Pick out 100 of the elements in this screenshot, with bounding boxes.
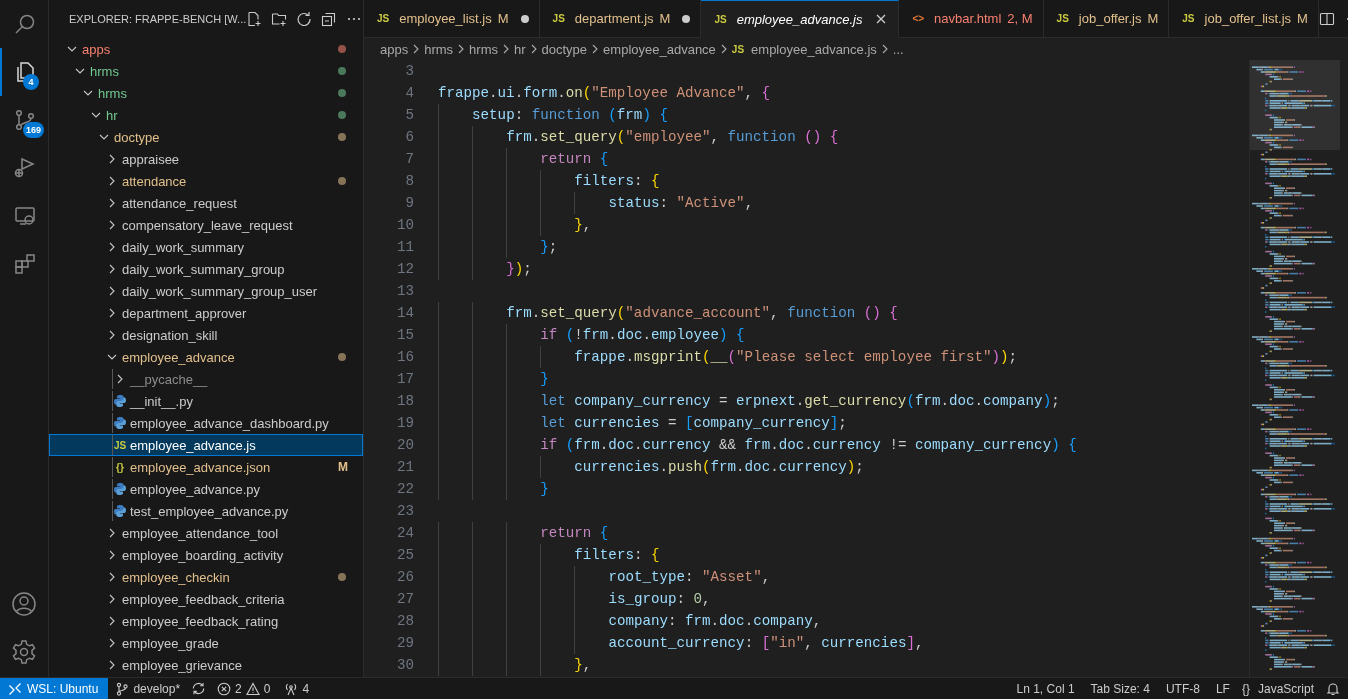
activity-bar-tab[interactable]: 169 xyxy=(0,96,48,144)
breadcrumb-item[interactable]: hrms xyxy=(424,41,454,57)
tree-item[interactable]: employee_advance.py xyxy=(49,478,363,500)
file-type-icon: JS xyxy=(552,13,565,24)
problems-indicator[interactable]: 2 0 xyxy=(210,681,278,696)
editor-tab[interactable]: <> navbar.html 2, M xyxy=(899,0,1044,38)
file-type-icon: <> xyxy=(912,13,925,24)
editor-tab[interactable]: JS employee_list.js M xyxy=(364,0,540,38)
ports-indicator[interactable]: 4 xyxy=(277,681,317,696)
status-bar-item[interactable]: LF xyxy=(1207,681,1238,696)
tree-item[interactable]: test_employee_advance.py xyxy=(49,500,363,522)
tree-item[interactable]: appraisee xyxy=(49,148,363,170)
notification-bell-icon[interactable] xyxy=(1326,681,1340,696)
tab-label: navbar.html xyxy=(934,11,1002,26)
tree-item[interactable]: __init__.py xyxy=(49,390,363,412)
tree-item[interactable]: hrms xyxy=(49,60,363,82)
new-folder-icon[interactable] xyxy=(271,11,288,27)
code-line: frappe.msgprint(__("Please select employee first")); xyxy=(574,349,1018,365)
breadcrumb-item[interactable]: hr xyxy=(514,41,526,57)
editor-tab[interactable]: JS employee_advance.js xyxy=(701,0,900,38)
tree-item[interactable]: compensatory_leave_request xyxy=(49,214,363,236)
new-file-icon[interactable] xyxy=(246,11,263,27)
status-bar-item[interactable]: Tab Size: 4 xyxy=(1082,681,1158,696)
status-bar-item[interactable]: Ln 1, Col 1 xyxy=(1008,681,1083,696)
tab-label: employee_list.js xyxy=(399,11,492,26)
line-number: 12 xyxy=(395,261,414,277)
tree-item[interactable]: daily_work_summary_group_user xyxy=(49,280,363,302)
refresh-icon[interactable] xyxy=(296,11,313,27)
line-number: 28 xyxy=(395,613,414,629)
tree-item[interactable]: employee_advance_dashboard.py xyxy=(49,412,363,434)
line-number: 14 xyxy=(395,305,414,321)
sync-icon[interactable] xyxy=(191,681,207,696)
breadcrumb-item[interactable]: hrms xyxy=(469,41,498,57)
settings-icon[interactable] xyxy=(11,639,37,665)
tree-item[interactable]: employee_advance xyxy=(49,346,363,368)
tree-item[interactable]: daily_work_summary xyxy=(49,236,363,258)
braces-icon: {} xyxy=(1241,681,1250,696)
tree-item[interactable]: hrms xyxy=(49,82,363,104)
tree-item[interactable]: JS employee_advance.js xyxy=(49,434,363,456)
account-icon[interactable] xyxy=(11,591,37,617)
tree-item[interactable]: attendance_request xyxy=(49,192,363,214)
breadcrumb-item[interactable]: doctype xyxy=(541,41,588,57)
line-number: 4 xyxy=(404,85,414,101)
tree-item[interactable]: hr xyxy=(49,104,363,126)
tree-item[interactable]: employee_grievance xyxy=(49,654,363,676)
editor-tab[interactable]: JS job_offer.js M xyxy=(1043,0,1170,38)
minimap-drawing[interactable] xyxy=(1250,60,1340,677)
run-debug-icon xyxy=(13,156,37,180)
code-line: setup: function (frm) { xyxy=(472,107,668,123)
breadcrumb-item[interactable]: employee_advance xyxy=(603,41,716,57)
tree-item[interactable]: attendance xyxy=(49,170,363,192)
tree-item[interactable]: doctype xyxy=(49,126,363,148)
search-icon xyxy=(13,12,37,36)
tree-item[interactable]: employee_checkin xyxy=(49,566,363,588)
antenna-icon xyxy=(284,681,299,696)
code-line: let currencies = [company_currency]; xyxy=(540,415,847,431)
tab-label: employee_advance.js xyxy=(736,11,863,27)
code-line: }, xyxy=(574,657,592,673)
tree-item[interactable]: department_approver xyxy=(49,302,363,324)
collapse-all-icon[interactable] xyxy=(321,11,338,27)
status-bar-item[interactable]: JavaScript xyxy=(1249,681,1322,696)
tree-item[interactable]: apps xyxy=(49,38,363,60)
tree-item[interactable]: {} employee_advance.json M xyxy=(49,456,363,478)
branch-indicator[interactable]: develop* xyxy=(108,681,188,696)
line-number: 17 xyxy=(395,371,414,387)
remote-icon xyxy=(8,681,22,696)
code-line: }, xyxy=(574,217,592,233)
count-badge: 169 xyxy=(23,122,45,138)
tree-item[interactable]: __pycache__ xyxy=(49,368,363,390)
tree-item[interactable]: employee_attendance_tool xyxy=(49,522,363,544)
tree-item[interactable]: employee_boarding_activity xyxy=(49,544,363,566)
error-count: 2 xyxy=(235,681,242,696)
chevron-right-icon xyxy=(501,43,511,55)
extensions-icon xyxy=(13,252,37,276)
editor-tab[interactable]: JS department.js M xyxy=(539,0,702,38)
tree-item[interactable]: employee_grade xyxy=(49,632,363,654)
split-editor-icon[interactable] xyxy=(1318,10,1335,27)
tree-item[interactable]: daily_work_summary_group xyxy=(49,258,363,280)
code-line: let company_currency = erpnext.get_currency(frm.doc.company); xyxy=(540,393,1060,409)
code-line: if (!frm.doc.employee) { xyxy=(540,327,745,343)
code-line: filters: { xyxy=(574,173,660,189)
line-number: 20 xyxy=(395,437,414,453)
breadcrumb-item[interactable]: apps xyxy=(380,41,409,57)
tree-item[interactable]: employee_feedback_rating xyxy=(49,610,363,632)
status-bar-item[interactable]: UTF-8 xyxy=(1157,681,1208,696)
breadcrumb-item[interactable]: employee_advance.js xyxy=(751,41,877,57)
remote-monitor-icon xyxy=(13,204,37,228)
line-number: 9 xyxy=(404,195,414,211)
explorer-title: EXPLORER: FRAPPE-BENCH [W... xyxy=(69,13,247,25)
tree-item[interactable]: designation_skill xyxy=(49,324,363,346)
editor-tab[interactable]: JS job_offer_list.js M xyxy=(1169,0,1319,38)
tab-label: job_offer_list.js xyxy=(1204,11,1292,26)
tree-item[interactable]: employee_feedback_criteria xyxy=(49,588,363,610)
code-line: if (frm.doc.currency && frm.doc.currency != company_currency) { xyxy=(540,437,1077,453)
breadcrumb-item[interactable]: ... xyxy=(892,41,904,57)
remote-indicator[interactable]: WSL: Ubuntu xyxy=(0,678,109,699)
git-status-label: M xyxy=(497,11,509,26)
line-number: 11 xyxy=(395,239,414,255)
tab-label: job_offer.js xyxy=(1078,11,1142,26)
line-number: 25 xyxy=(395,547,414,563)
